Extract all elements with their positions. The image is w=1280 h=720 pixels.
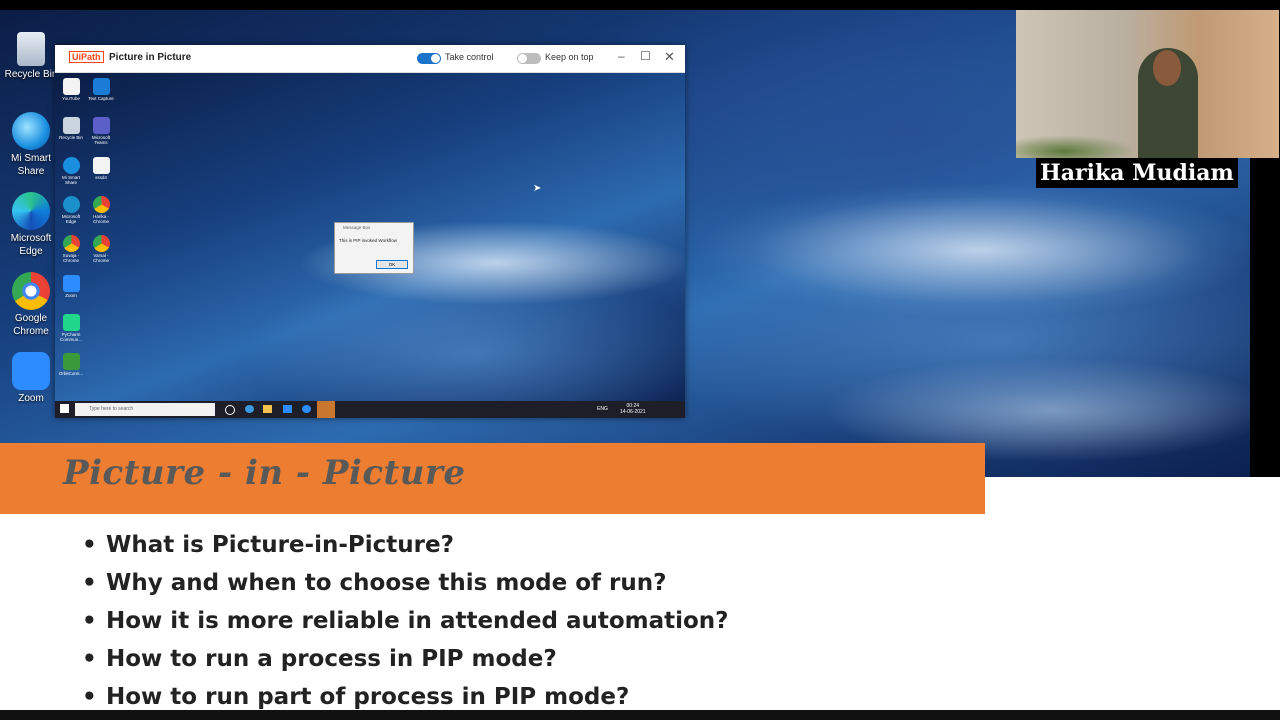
windows-start-icon[interactable] xyxy=(60,404,69,413)
chrome-icon xyxy=(62,235,80,252)
toggle-knob xyxy=(431,54,440,63)
minimize-button[interactable]: – xyxy=(618,49,625,63)
pip-window[interactable]: UiPath Picture in Picture Take control K… xyxy=(55,45,685,418)
desktop-icon-label: Zoom xyxy=(18,393,44,404)
mini-icon-edge[interactable]: Microsoft Edge xyxy=(58,196,84,224)
mini-icon-label: Suvaja - Chrome xyxy=(62,253,80,263)
keep-on-top-label: Keep on top xyxy=(545,52,594,62)
pip-title-bar[interactable]: UiPath Picture in Picture Take control K… xyxy=(55,45,685,73)
app-icon xyxy=(62,353,80,370)
bottom-black-bar xyxy=(0,710,1280,720)
desktop-icon-chrome[interactable]: Google Chrome xyxy=(4,272,58,338)
mini-icon-sssd4[interactable]: sssd4 xyxy=(88,157,114,180)
chrome-icon xyxy=(92,235,110,252)
share-icon xyxy=(12,112,50,150)
top-black-bar xyxy=(0,0,1280,10)
recycle-bin-icon xyxy=(17,32,45,66)
edge-taskbar-icon[interactable] xyxy=(245,405,254,413)
desktop-icon-label: Google Chrome xyxy=(13,313,49,337)
presenter-name-label: Harika Mudiam xyxy=(1036,158,1238,188)
desktop-icon-label: Recycle Bin xyxy=(4,69,58,80)
maximize-button[interactable]: ☐ xyxy=(640,49,651,63)
desktop-icon-mi-smart-share[interactable]: Mi Smart Share xyxy=(4,112,58,178)
take-control-label: Take control xyxy=(445,52,494,62)
taskbar-search-box[interactable]: Type here to search xyxy=(75,403,215,416)
slide-title: Picture - in - Picture xyxy=(63,453,466,493)
desktop-icon-recycle-bin[interactable]: Recycle Bin xyxy=(4,32,58,81)
webcam-person-head xyxy=(1153,50,1181,86)
mini-taskbar: Type here to search 00:24 14-06-2021 ENG xyxy=(55,401,685,418)
pip-desktop-screen[interactable]: YouTube Text Capture Recycle Bin Microso… xyxy=(55,73,685,418)
bullet-item: What is Picture-in-Picture? xyxy=(82,528,729,566)
mail-icon[interactable] xyxy=(283,405,292,413)
mini-icon-label: PyCharm Commun... xyxy=(59,332,82,342)
message-box-title: Message Box xyxy=(343,225,371,230)
mini-icon-label: Microsoft Edge xyxy=(61,214,81,224)
mini-icon-label: Zoom xyxy=(65,293,77,298)
message-box-dialog[interactable]: Message Box This is PIP invoked Workflow… xyxy=(334,222,414,274)
pycharm-icon xyxy=(62,314,80,331)
edge-icon xyxy=(62,196,80,213)
uipath-logo-text: UiPath xyxy=(69,51,104,63)
chrome-icon xyxy=(12,272,50,310)
mini-icon-zoom[interactable]: Zoom xyxy=(58,275,84,298)
mini-icon-recycle-bin[interactable]: Recycle Bin xyxy=(58,117,84,140)
mini-icon-chrome-harika[interactable]: Harika - Chrome xyxy=(88,196,114,224)
mini-icon-label: Text Capture xyxy=(88,96,114,101)
desktop-icon-label: Mi Smart Share xyxy=(11,153,51,177)
chrome-icon xyxy=(92,196,110,213)
uipath-taskbar-icon[interactable] xyxy=(317,401,335,418)
desktop-icon-zoom[interactable]: Zoom xyxy=(4,352,58,405)
file-icon xyxy=(62,78,80,95)
mouse-cursor-icon: ➤ xyxy=(533,183,542,194)
taskbar-language[interactable]: ENG xyxy=(597,406,608,412)
text-capture-icon xyxy=(92,78,110,95)
mini-icon-chrome-suvaja[interactable]: Suvaja - Chrome xyxy=(58,235,84,263)
mini-icon-label: Mi Smart Share xyxy=(62,175,80,185)
mini-icon-label: Microsoft Teams xyxy=(91,135,111,145)
keep-on-top-toggle[interactable] xyxy=(517,53,541,64)
uipath-logo: UiPath xyxy=(69,51,105,63)
bullet-item: How it is more reliable in attended auto… xyxy=(82,604,729,642)
recycle-bin-icon xyxy=(62,117,80,134)
toggle-knob xyxy=(518,54,527,63)
zoom-icon xyxy=(12,352,50,390)
file-icon xyxy=(92,157,110,174)
mini-icon-label: sssd4 xyxy=(95,175,107,180)
bullet-item: Why and when to choose this mode of run? xyxy=(82,566,729,604)
zoom-taskbar-icon[interactable] xyxy=(302,405,311,413)
mini-icon-text-capture[interactable]: Text Capture xyxy=(88,78,114,101)
webcam-plant xyxy=(1016,135,1136,158)
mini-icon-teams[interactable]: Microsoft Teams xyxy=(88,117,114,145)
desktop-icon-label: Microsoft Edge xyxy=(10,233,52,257)
file-explorer-icon[interactable] xyxy=(263,405,272,413)
share-icon xyxy=(62,157,80,174)
slide-bullet-list: What is Picture-in-Picture? Why and when… xyxy=(82,528,729,718)
mini-icon-orbitconn[interactable]: OrbitConn... xyxy=(58,353,84,376)
edge-icon xyxy=(12,192,50,230)
mini-icon-pycharm[interactable]: PyCharm Commun... xyxy=(58,314,84,342)
mini-icon-mi-smart-share[interactable]: Mi Smart Share xyxy=(58,157,84,185)
taskbar-date: 14-06-2021 xyxy=(620,409,646,415)
mini-icon-label: OrbitConn... xyxy=(58,371,84,376)
message-box-text: This is PIP invoked Workflow xyxy=(339,238,397,243)
zoom-icon xyxy=(62,275,80,292)
close-button[interactable]: ✕ xyxy=(664,49,675,65)
take-control-toggle[interactable] xyxy=(417,53,441,64)
mini-icon-label: Recycle Bin xyxy=(59,135,83,140)
desktop-icon-edge[interactable]: Microsoft Edge xyxy=(4,192,58,258)
slide-title-banner: Picture - in - Picture xyxy=(0,443,985,514)
presenter-webcam-feed xyxy=(1016,10,1279,158)
mini-icon-label: Harika - Chrome xyxy=(92,214,109,224)
ok-button[interactable]: OK xyxy=(376,260,408,269)
taskbar-clock[interactable]: 00:24 14-06-2021 xyxy=(620,403,646,415)
bullet-item: How to run a process in PIP mode? xyxy=(82,642,729,680)
pip-window-title: Picture in Picture xyxy=(109,52,192,63)
cortana-icon[interactable] xyxy=(225,405,235,415)
mini-icon-youtube[interactable]: YouTube xyxy=(58,78,84,101)
mini-icon-chrome-varsal[interactable]: Varsal - Chrome xyxy=(88,235,114,263)
mini-icon-label: Varsal - Chrome xyxy=(92,253,109,263)
mini-icon-label: YouTube xyxy=(62,96,80,101)
teams-icon xyxy=(92,117,110,134)
